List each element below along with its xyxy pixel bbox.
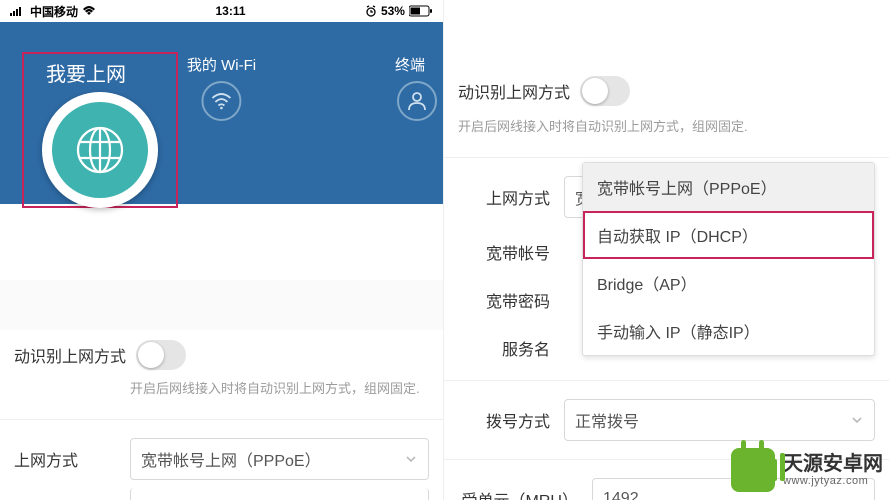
method-select[interactable]: 宽带帐号上网（PPPoE） [130,438,429,480]
auto-detect-label-r: 动识别上网方式 [458,79,570,103]
tab-terminal-label: 终端 [395,57,425,74]
auto-detect-hint-r: 开启后网线接入时将自动识别上网方式，组网固定. [444,116,889,149]
signal-icon [10,6,26,16]
dial-value: 正常拨号 [575,408,639,432]
auto-detect-toggle[interactable] [136,340,186,370]
tab-internet-label: 我要上网 [46,58,126,87]
android-logo-icon [731,448,775,492]
clock: 13:11 [215,4,245,18]
status-bar: 中国移动 13:11 53% [0,0,443,22]
tab-wifi[interactable]: 我的 Wi-Fi [187,54,256,121]
row-auto-detect-r: 动识别上网方式 [444,66,889,116]
wifi-tab-icon [211,92,233,110]
tab-internet[interactable] [42,92,158,208]
chevron-down-icon [850,413,864,427]
row-auto-detect: 动识别上网方式 [0,330,443,378]
method-label: 上网方式 [14,447,130,471]
dial-label: 拨号方式 [458,408,550,432]
auto-detect-toggle-r[interactable] [580,76,630,106]
option-bridge[interactable]: Bridge（AP） [583,259,874,307]
option-static[interactable]: 手动输入 IP（静态IP） [583,307,874,355]
wifi-icon [82,6,96,16]
row-method: 上网方式 宽带帐号上网（PPPoE） [0,428,443,488]
method-select-dup[interactable]: 宽带帐号上网（PPPoE） [130,488,429,500]
alarm-icon [365,5,377,17]
carrier-label: 中国移动 [30,3,78,20]
method-label-r: 上网方式 [458,185,550,209]
blank-card [14,232,429,280]
method-value-2: 宽带帐号上网（PPPoE） [141,497,321,500]
mru-value: 1492 [603,490,639,500]
method-value: 宽带帐号上网（PPPoE） [141,447,321,471]
method-dropdown: 宽带帐号上网（PPPoE） 自动获取 IP（DHCP） Bridge（AP） 手… [582,162,875,356]
option-pppoe[interactable]: 宽带帐号上网（PPPoE） [583,163,874,211]
right-screen: 动识别上网方式 开启后网线接入时将自动识别上网方式，组网固定. 上网方式 宽带帐… [444,0,889,500]
dial-select[interactable]: 正常拨号 [564,399,875,441]
tab-terminal[interactable]: 终端 [395,54,425,121]
row-dial: 拨号方式 正常拨号 [444,389,889,451]
account-label: 宽带帐号 [458,240,550,264]
globe-icon [73,123,127,177]
auto-detect-label: 动识别上网方式 [14,343,126,367]
watermark-name: 天源安卓网 [783,453,883,475]
mru-label: 受单元（MRU） [458,487,578,500]
watermark-url: www.jytyaz.com [783,475,868,487]
password-label: 宽带密码 [458,288,550,312]
left-screen: 中国移动 13:11 53% 我要上网 我的 Wi-Fi 终端 [0,0,444,500]
app-header: 我要上网 我的 Wi-Fi 终端 [0,22,443,204]
battery-label: 53% [381,4,405,18]
option-dhcp[interactable]: 自动获取 IP（DHCP） [583,211,874,259]
battery-icon [409,5,433,17]
chevron-down-icon [404,452,418,466]
watermark: 天源安卓网 www.jytyaz.com [731,448,883,492]
tab-wifi-label: 我的 Wi-Fi [187,57,256,74]
service-label: 服务名 [458,336,550,360]
terminal-tab-icon [406,90,428,112]
auto-detect-hint: 开启后网线接入时将自动识别上网方式，组网固定. [0,378,443,411]
